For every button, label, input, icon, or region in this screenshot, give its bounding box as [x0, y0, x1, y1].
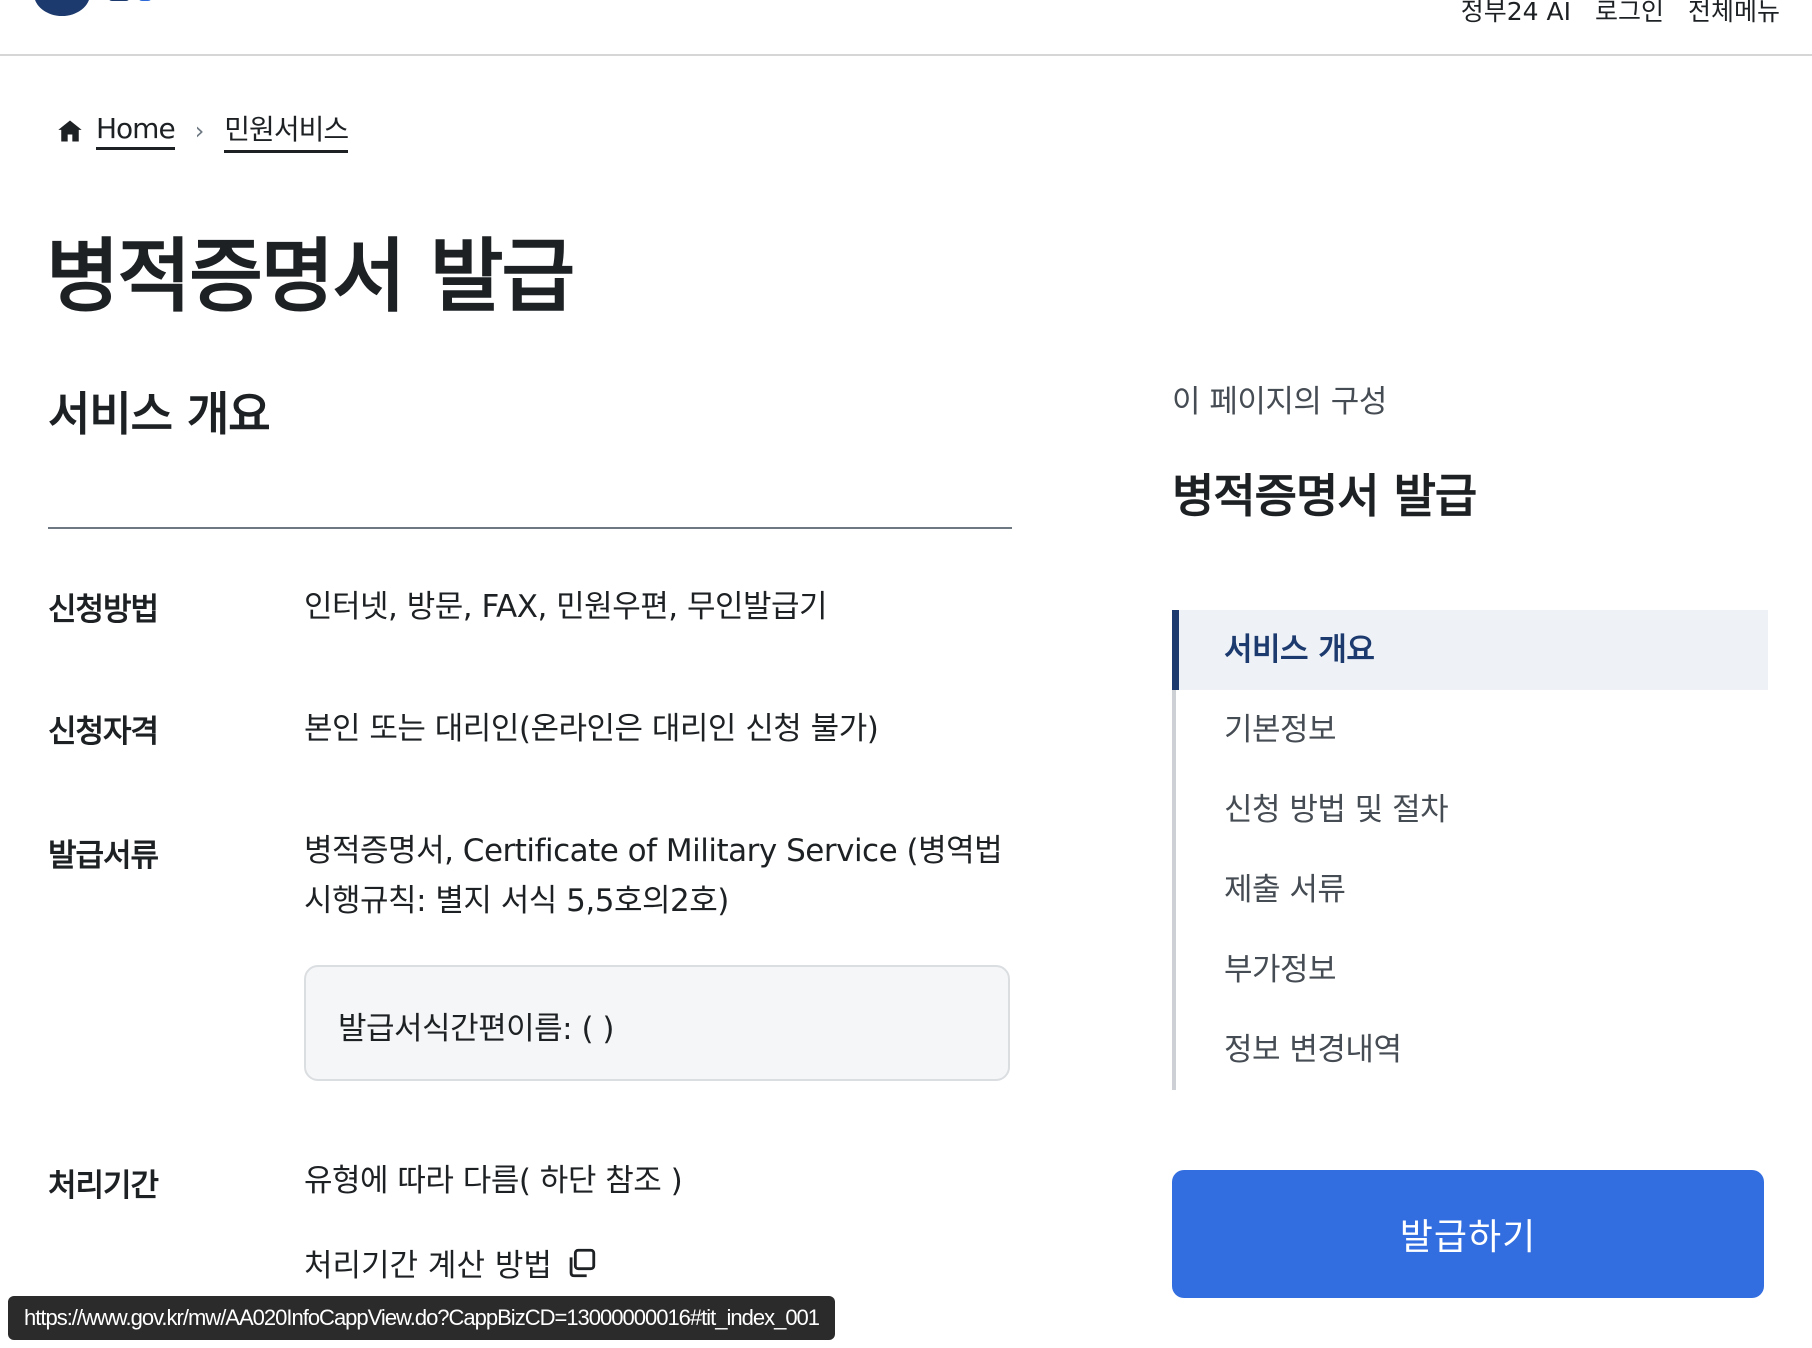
- value-processing-period: 유형에 따라 다름( 하단 참조 ): [304, 1163, 683, 1199]
- processing-calc-link[interactable]: 처리기간 계산 방법: [304, 1240, 598, 1285]
- utility-nav: 정부24 AI 로그인 전체메뉴: [1461, 0, 1780, 28]
- toc-item-additional-info[interactable]: 부가정보: [1176, 930, 1768, 1010]
- processing-calc-link-label: 처리기간 계산 방법: [304, 1248, 552, 1284]
- breadcrumb-current[interactable]: 민원서비스: [224, 108, 349, 153]
- status-bar-url: https://www.gov.kr/mw/AA020InfoCappView.…: [8, 1296, 836, 1340]
- chevron-right-icon: ›: [194, 116, 205, 145]
- all-menu-link[interactable]: 전체메뉴: [1688, 0, 1780, 28]
- value-issued-document: 병적증명서, Certificate of Military Service (…: [304, 833, 1003, 919]
- gov-logo-text[interactable]: [108, 0, 218, 8]
- toc-item-apply-procedure[interactable]: 신청 방법 및 절차: [1176, 770, 1768, 850]
- breadcrumb: Home › 민원서비스: [56, 108, 349, 153]
- form-name-note-text: 발급서식간편이름: ( ): [338, 1011, 615, 1047]
- page-toc: 서비스 개요 기본정보 신청 방법 및 절차 제출 서류 부가정보 정보 변경내…: [1172, 610, 1768, 1090]
- page-title: 병적증명서 발급: [46, 230, 575, 323]
- toc-item-documents[interactable]: 제출 서류: [1176, 850, 1768, 930]
- label-issued-document: 발급서류: [48, 838, 159, 874]
- gov-logo[interactable]: [34, 0, 90, 16]
- section-title-overview: 서비스 개요: [48, 387, 271, 441]
- ai-link[interactable]: 정부24 AI: [1461, 0, 1571, 28]
- label-apply-method: 신청방법: [48, 592, 159, 628]
- toc-item-change-history[interactable]: 정보 변경내역: [1176, 1010, 1768, 1090]
- toc-heading: 병적증명서 발급: [1172, 469, 1477, 523]
- top-header: 정부24 AI 로그인 전체메뉴: [0, 0, 1812, 56]
- toc-item-overview[interactable]: 서비스 개요: [1172, 610, 1768, 690]
- toc-item-basic-info[interactable]: 기본정보: [1176, 690, 1768, 770]
- toc-caption: 이 페이지의 구성: [1172, 384, 1387, 420]
- form-name-note: 발급서식간편이름: ( ): [304, 965, 1010, 1081]
- issue-button[interactable]: 발급하기: [1172, 1170, 1764, 1298]
- section-divider: [48, 527, 1012, 529]
- value-apply-method: 인터넷, 방문, FAX, 민원우편, 무인발급기: [304, 589, 828, 625]
- login-link[interactable]: 로그인: [1595, 0, 1664, 28]
- label-eligibility: 신청자격: [48, 714, 159, 750]
- home-icon: [58, 120, 82, 141]
- value-eligibility: 본인 또는 대리인(온라인은 대리인 신청 불가): [304, 711, 879, 747]
- new-window-icon: [569, 1248, 596, 1277]
- label-processing-period: 처리기간: [48, 1168, 159, 1204]
- breadcrumb-home[interactable]: Home: [96, 112, 176, 150]
